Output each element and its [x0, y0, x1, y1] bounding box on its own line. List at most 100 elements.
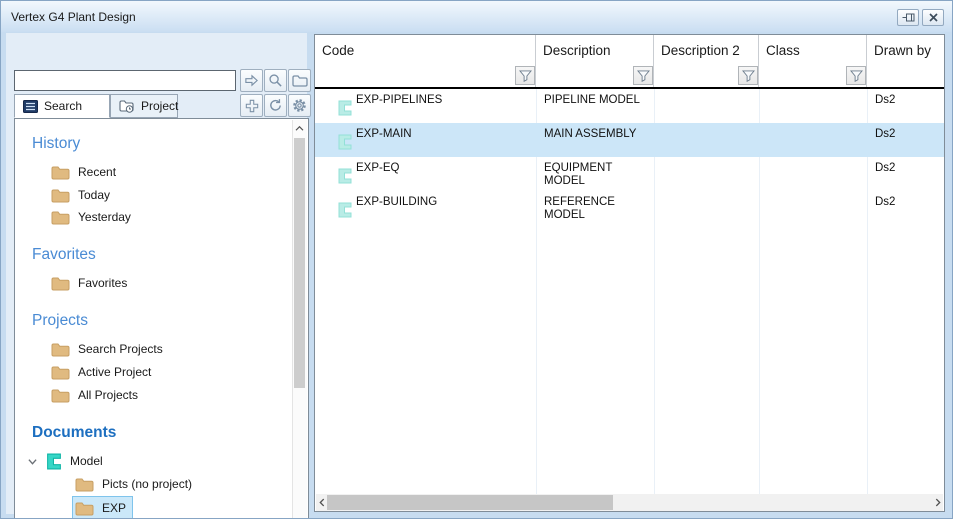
- folder-icon: [51, 365, 70, 380]
- tree-item-label: Search Projects: [78, 342, 163, 356]
- folder-icon: [51, 210, 70, 225]
- table-row-selected[interactable]: EXP-MAIN MAIN ASSEMBLY Ds2: [315, 123, 944, 157]
- tree-item-today[interactable]: Today: [51, 185, 110, 205]
- tab-search-label: Search: [44, 99, 82, 113]
- search-tab-icon: [23, 100, 38, 113]
- cell-description: EQUIPMENT MODEL: [544, 162, 650, 188]
- cell-description: MAIN ASSEMBLY: [544, 128, 650, 141]
- column-header-drawn-by[interactable]: Drawn by: [867, 35, 944, 87]
- tree-item-label: Active Project: [78, 365, 151, 379]
- cell-drawn-by: Ds2: [875, 94, 895, 107]
- cell-drawn-by: Ds2: [875, 128, 895, 141]
- folder-icon: [75, 501, 94, 516]
- filter-button-code[interactable]: [515, 66, 535, 85]
- navigation-tree: History Recent Today Yesterday Favorites…: [14, 118, 309, 519]
- column-header-label: Drawn by: [874, 43, 931, 58]
- cell-drawn-by: Ds2: [875, 196, 895, 209]
- folder-icon: [51, 165, 70, 180]
- table-row[interactable]: EXP-BUILDING REFERENCE MODEL Ds2: [315, 191, 944, 225]
- cell-code: EXP-BUILDING: [356, 196, 437, 209]
- filter-button-class[interactable]: [846, 66, 866, 85]
- scrollbar-thumb[interactable]: [294, 138, 305, 388]
- column-header-code[interactable]: Code: [315, 35, 536, 87]
- folder-icon: [292, 74, 308, 87]
- left-panel: Search Project History: [6, 33, 307, 514]
- tree-vertical-scrollbar[interactable]: [292, 120, 307, 519]
- close-icon: [929, 13, 938, 22]
- folder-icon: [51, 188, 70, 203]
- add-button[interactable]: [240, 94, 263, 117]
- tree-item-model[interactable]: Model: [27, 451, 103, 471]
- cell-code: EXP-EQ: [356, 162, 399, 175]
- model-doc-icon: [338, 134, 352, 150]
- tree-item-search-projects[interactable]: Search Projects: [51, 339, 163, 359]
- search-input[interactable]: [14, 70, 236, 91]
- filter-button-description2[interactable]: [738, 66, 758, 85]
- filter-button-description[interactable]: [633, 66, 653, 85]
- table-row[interactable]: EXP-EQ EQUIPMENT MODEL Ds2: [315, 157, 944, 191]
- column-header-label: Description: [543, 43, 611, 58]
- tree-item-label: Recent: [78, 165, 116, 179]
- funnel-icon: [519, 70, 532, 82]
- cell-description: REFERENCE MODEL: [544, 196, 650, 222]
- tab-project[interactable]: Project: [110, 94, 178, 118]
- cell-drawn-by: Ds2: [875, 162, 895, 175]
- tab-project-label: Project: [141, 99, 178, 113]
- funnel-icon: [850, 70, 863, 82]
- chevron-down-icon[interactable]: [27, 457, 38, 466]
- funnel-icon: [637, 70, 650, 82]
- tree-item-favorites[interactable]: Favorites: [51, 273, 127, 293]
- cell-code: EXP-MAIN: [356, 128, 412, 141]
- refresh-button[interactable]: [264, 94, 287, 117]
- cell-description: PIPELINE MODEL: [544, 94, 650, 107]
- funnel-icon: [742, 70, 755, 82]
- tree-item-all-projects[interactable]: All Projects: [51, 385, 138, 405]
- tree-item-recent[interactable]: Recent: [51, 162, 116, 182]
- cell-code: EXP-PIPELINES: [356, 94, 442, 107]
- close-button[interactable]: [922, 9, 944, 26]
- scrollbar-thumb[interactable]: [327, 495, 613, 510]
- section-documents: Documents: [32, 424, 116, 442]
- model-doc-icon: [338, 202, 352, 218]
- open-folder-button[interactable]: [288, 69, 311, 92]
- tree-item-label: Model: [70, 454, 103, 468]
- folder-icon: [51, 276, 70, 291]
- section-favorites: Favorites: [32, 246, 96, 264]
- project-folder-clock-icon: [119, 99, 135, 113]
- table-row[interactable]: EXP-PIPELINES PIPELINE MODEL Ds2: [315, 89, 944, 123]
- tree-item-yesterday[interactable]: Yesterday: [51, 207, 131, 227]
- column-header-label: Description 2: [661, 43, 740, 58]
- settings-button[interactable]: [288, 94, 311, 117]
- go-button[interactable]: [240, 69, 263, 92]
- scroll-right-icon[interactable]: [932, 494, 943, 511]
- gear-icon: [292, 98, 307, 113]
- scroll-left-icon[interactable]: [316, 494, 327, 511]
- table-horizontal-scrollbar[interactable]: [316, 494, 943, 511]
- search-button[interactable]: [264, 69, 287, 92]
- tab-search[interactable]: Search: [14, 94, 110, 118]
- pin-icon: [902, 13, 915, 22]
- model-icon: [46, 453, 62, 470]
- documents-table-panel: Code Description Description 2 Class Dra…: [314, 34, 945, 512]
- tree-item-active-project[interactable]: Active Project: [51, 362, 151, 382]
- tree-item-label: Yesterday: [78, 210, 131, 224]
- column-header-label: Code: [322, 43, 354, 58]
- folder-icon: [51, 388, 70, 403]
- tree-item-label: All Projects: [78, 388, 138, 402]
- tree-item-label: Today: [78, 188, 110, 202]
- section-projects: Projects: [32, 312, 88, 330]
- tree-item-label: Favorites: [78, 276, 127, 290]
- titlebar[interactable]: Vertex G4 Plant Design: [1, 1, 952, 32]
- window-title: Vertex G4 Plant Design: [11, 10, 136, 24]
- pin-button[interactable]: [897, 9, 919, 26]
- tree-item-picts[interactable]: Picts (no project): [75, 474, 192, 494]
- folder-icon: [51, 342, 70, 357]
- plus-icon: [245, 99, 259, 113]
- scroll-up-icon[interactable]: [293, 120, 306, 136]
- magnifier-icon: [268, 73, 283, 88]
- model-doc-icon: [338, 100, 352, 116]
- tree-item-exp[interactable]: EXP: [72, 496, 133, 519]
- tree-item-label: EXP: [102, 501, 126, 515]
- refresh-icon: [268, 98, 283, 113]
- tree-item-label: Picts (no project): [102, 477, 192, 491]
